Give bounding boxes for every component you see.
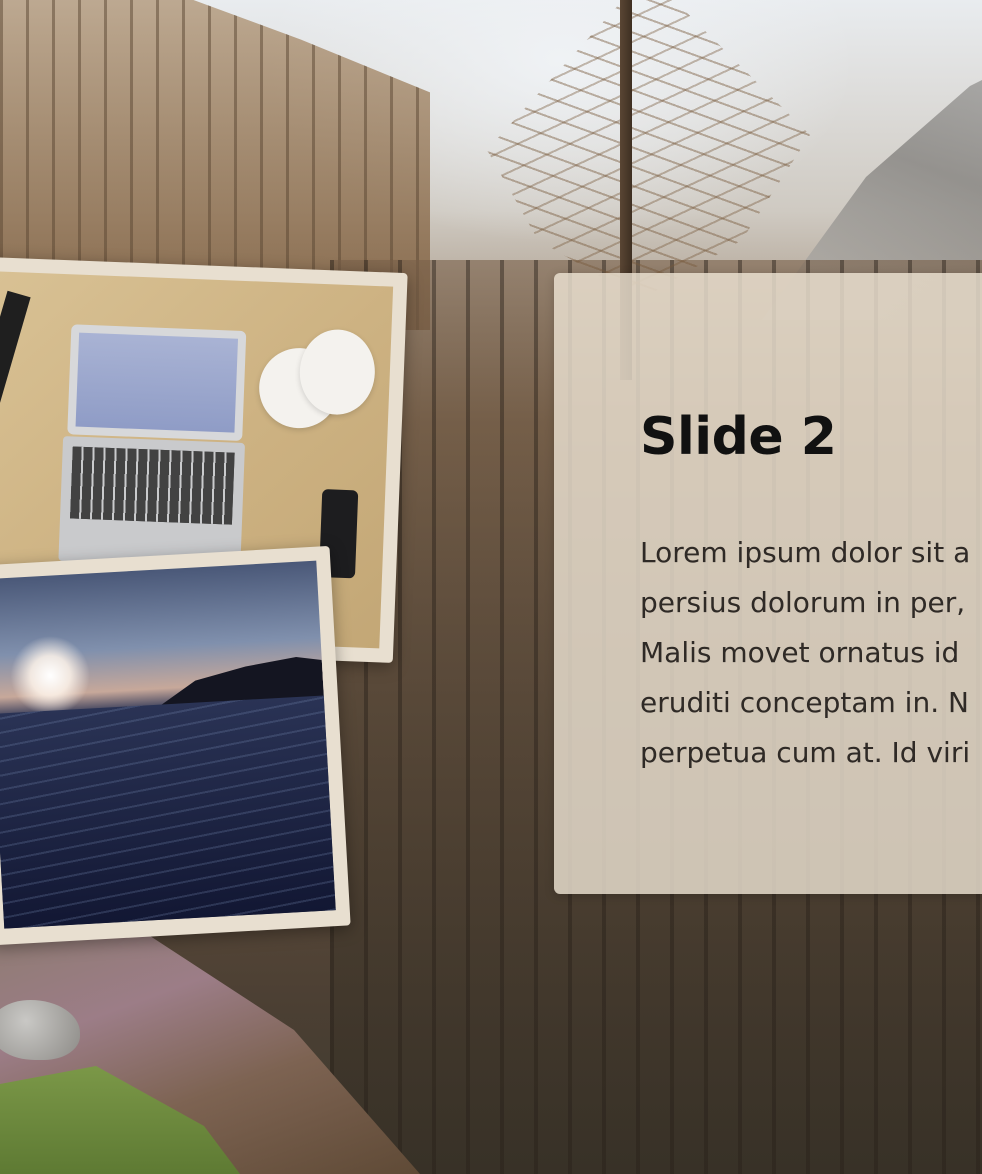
body-line: perpetua cum at. Id viri [640, 736, 971, 769]
tree-crown-image [487, 0, 810, 300]
laptop-screen-image [67, 324, 247, 441]
body-line: Lorem ipsum dolor sit a [640, 536, 971, 569]
body-line: Malis movet ornatus id [640, 636, 960, 669]
sea-photo-content [0, 560, 336, 929]
notebook-image [0, 290, 31, 413]
waves-image [0, 695, 336, 929]
laptop-keyboard-image [70, 446, 235, 525]
sun-image [8, 633, 93, 718]
slide-body-text: Lorem ipsum dolor sit a persius dolorum … [640, 528, 982, 778]
body-line: eruditi conceptam in. N [640, 686, 969, 719]
slide-title: Slide 2 [640, 407, 837, 467]
sea-sunset-photo [0, 545, 351, 946]
slide-text-card: Slide 2 Lorem ipsum dolor sit a persius … [554, 273, 982, 894]
slide-background: Slide 2 Lorem ipsum dolor sit a persius … [0, 0, 982, 1174]
body-line: persius dolorum in per, [640, 586, 966, 619]
kettle-image [257, 317, 382, 432]
